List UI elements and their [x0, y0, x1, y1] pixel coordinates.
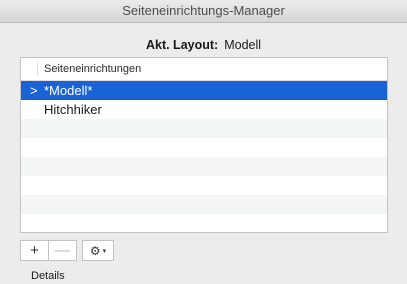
- details-section-label[interactable]: Details: [31, 270, 65, 282]
- empty-row: [21, 138, 387, 157]
- list-item-modell[interactable]: > *Modell*: [21, 81, 387, 100]
- current-layout: Akt. Layout: Modell: [0, 38, 407, 52]
- list-toolbar: + — ⚙ ▾: [20, 240, 114, 261]
- empty-row: [21, 176, 387, 195]
- list-rows: > *Modell* Hitchhiker: [21, 81, 387, 232]
- remove-button[interactable]: —: [48, 240, 77, 261]
- caret-down-icon: ▾: [102, 247, 107, 255]
- chevron-right-icon: >: [30, 83, 38, 98]
- empty-row: [21, 214, 387, 232]
- gear-icon: ⚙: [89, 243, 101, 258]
- column-separator: [37, 62, 38, 76]
- empty-row: [21, 157, 387, 176]
- column-header-label: Seiteneinrichtungen: [44, 63, 142, 75]
- page-setups-list[interactable]: Seiteneinrichtungen > *Modell* Hitchhike…: [20, 57, 388, 233]
- list-item-hitchhiker[interactable]: Hitchhiker: [21, 100, 387, 119]
- list-item-label: *Modell*: [44, 83, 93, 98]
- page-setup-manager-window: Seiteneinrichtungs-Manager Akt. Layout: M…: [0, 0, 407, 284]
- current-layout-label: Akt. Layout:: [145, 38, 219, 52]
- list-item-label: Hitchhiker: [44, 102, 102, 117]
- empty-row: [21, 195, 387, 214]
- window-title: Seiteneinrichtungs-Manager: [0, 0, 407, 23]
- add-button[interactable]: +: [20, 240, 49, 261]
- list-empty-rows: [21, 119, 387, 232]
- current-layout-value: Modell: [224, 38, 262, 52]
- list-column-header[interactable]: Seiteneinrichtungen: [21, 58, 387, 81]
- empty-row: [21, 119, 387, 138]
- action-menu-button[interactable]: ⚙ ▾: [82, 240, 114, 261]
